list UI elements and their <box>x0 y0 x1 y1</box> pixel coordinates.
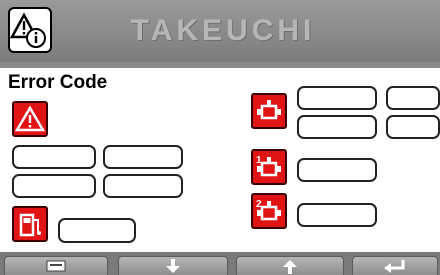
motor-1-code-field <box>297 158 377 182</box>
warning-info-icon[interactable] <box>8 7 52 53</box>
warning-code-field-4 <box>103 174 183 198</box>
motor-2-icon: 2 <box>251 193 287 229</box>
fuel-pump-icon <box>12 206 48 242</box>
page-title: Error Code <box>8 72 108 93</box>
error-code-screen: TAKEUCHI Error Code 1 2 <box>0 0 440 275</box>
motor-1-icon: 1 <box>251 149 287 185</box>
warning-code-field-1 <box>12 145 96 169</box>
fuel-code-field <box>58 218 136 243</box>
soft-key-bar <box>0 252 440 275</box>
scroll-down-button[interactable] <box>118 256 228 275</box>
engine-code-field-2 <box>386 86 440 110</box>
menu-button[interactable] <box>4 256 108 275</box>
return-button[interactable] <box>352 256 438 275</box>
engine-code-field-4 <box>386 115 440 139</box>
motor-2-code-field <box>297 203 377 227</box>
engine-code-field-3 <box>297 115 377 139</box>
brand-logo: TAKEUCHI <box>130 14 316 47</box>
header-bar: TAKEUCHI <box>0 0 440 62</box>
scroll-up-button[interactable] <box>236 256 344 275</box>
error-code-panel: Error Code 1 2 <box>0 68 440 252</box>
warning-code-field-3 <box>12 174 96 198</box>
engine-icon <box>251 93 287 129</box>
warning-code-field-2 <box>103 145 183 169</box>
warning-triangle-icon <box>12 101 48 137</box>
engine-code-field-1 <box>297 86 377 110</box>
